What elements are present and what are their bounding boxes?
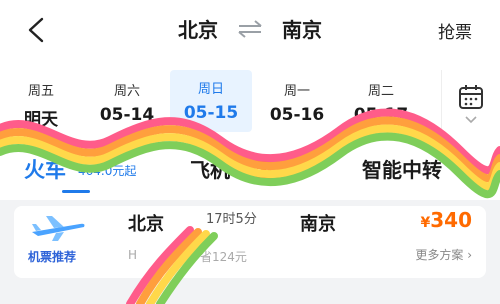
tab-train[interactable]: 火车 — [24, 154, 66, 184]
flight-recommend-label: 机票推荐 — [28, 250, 77, 264]
date-tab-3[interactable]: 周一 05-16 — [256, 72, 338, 130]
date-tab-4[interactable]: 周二 05-17 — [340, 72, 422, 130]
date-weekday: 周二 — [367, 84, 394, 99]
to-city[interactable]: 南京 — [282, 18, 322, 42]
flight-code: H — [128, 248, 138, 262]
date-label: 05-15 — [183, 103, 239, 123]
top-bar: 北京 南京 抢票 — [0, 0, 500, 62]
date-selector: 周五 明天 周六 05-14 周日 05-15 周一 05-16 周二 05-1… — [0, 62, 500, 134]
date-tab-0[interactable]: 周五 明天 — [0, 72, 82, 130]
date-weekday: 周一 — [283, 84, 310, 99]
date-label: 明天 — [24, 110, 58, 130]
savings-note: 省124元 — [200, 250, 247, 264]
more-options-link[interactable]: 更多方案 › — [415, 246, 472, 263]
date-tab-1[interactable]: 周六 05-14 — [86, 72, 168, 130]
tab-smart-transfer[interactable]: 智能中转 — [362, 154, 442, 183]
date-label: 05-14 — [99, 105, 155, 125]
grab-ticket-button[interactable]: 抢票 — [438, 18, 472, 43]
flight-recommendation-card[interactable]: 机票推荐 北京 17时5分 南京 ¥340 H 省124元 更多方案 › — [14, 206, 486, 278]
active-tab-indicator — [62, 190, 90, 193]
date-weekday: 周日 — [197, 82, 224, 97]
date-weekday: 周五 — [27, 84, 54, 99]
tab-plane[interactable]: 飞机 — [190, 154, 230, 183]
currency-symbol: ¥ — [420, 215, 431, 231]
calendar-button[interactable] — [441, 70, 500, 134]
from-city[interactable]: 北京 — [178, 18, 218, 42]
date-tab-2-selected[interactable]: 周日 05-15 — [170, 70, 252, 132]
date-label: 05-17 — [353, 105, 409, 125]
swap-icon[interactable] — [237, 19, 263, 38]
chevron-down-icon — [465, 116, 477, 124]
arrival-city: 南京 — [300, 214, 336, 235]
route-title: 北京 南京 — [0, 14, 500, 46]
plane-savings-badge: 省142元 — [246, 160, 303, 179]
train-price-from: 464.0元起 — [78, 164, 137, 178]
date-weekday: 周六 — [113, 84, 140, 99]
date-label: 05-16 — [269, 105, 325, 125]
flight-price: ¥340 — [421, 208, 473, 232]
departure-city: 北京 — [128, 214, 164, 235]
calendar-icon — [459, 85, 483, 109]
price-value: 340 — [430, 208, 472, 232]
airplane-icon — [32, 216, 85, 241]
transport-mode-tabs: 火车 464.0元起 飞机 省142元 智能中转 — [0, 134, 500, 200]
flight-duration: 17时5分 — [206, 212, 257, 227]
